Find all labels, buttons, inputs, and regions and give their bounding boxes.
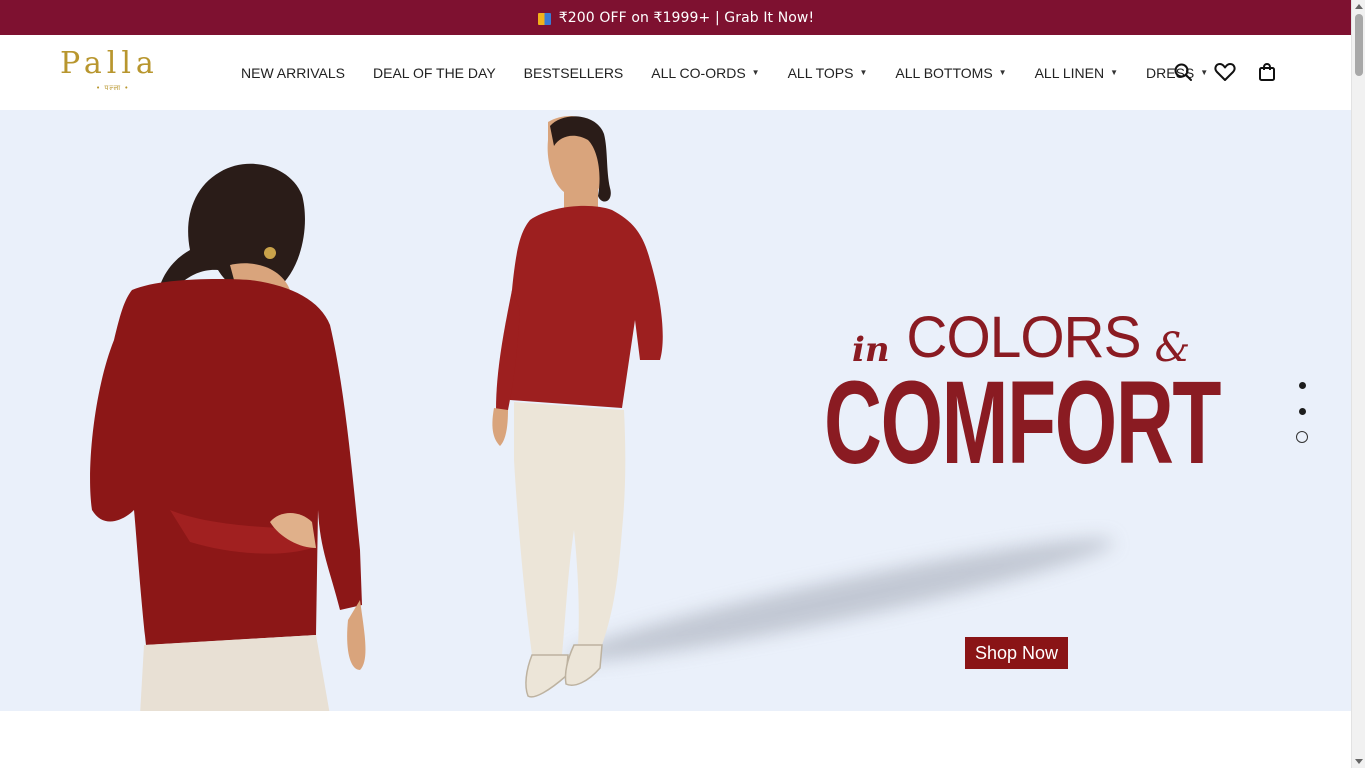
- nav-all-linen[interactable]: ALL LINEN ▼: [1035, 65, 1118, 81]
- logo-wordmark: Palla: [60, 46, 159, 81]
- cart-bag-icon[interactable]: [1254, 59, 1280, 85]
- slider-pagination: [1296, 379, 1308, 457]
- model-back-view-image: [90, 163, 366, 711]
- page-scrollbar[interactable]: [1351, 0, 1365, 768]
- slide-dot-3-active[interactable]: [1296, 431, 1308, 443]
- chevron-down-icon: ▼: [998, 68, 1007, 77]
- logo-tagline: • पल्ला •: [96, 84, 130, 92]
- scroll-thumb[interactable]: [1355, 14, 1363, 76]
- chevron-down-icon: ▼: [859, 68, 868, 77]
- nav-all-bottoms[interactable]: ALL BOTTOMS ▼: [895, 65, 1006, 81]
- nav-label: DEAL OF THE DAY: [373, 64, 496, 81]
- chevron-down-icon: ▼: [751, 68, 760, 77]
- nav-label: ALL LINEN: [1034, 64, 1105, 81]
- nav-label: NEW ARRIVALS: [241, 64, 345, 81]
- shopping-bag-emoji-icon: [537, 12, 551, 25]
- brand-logo[interactable]: Palla • पल्ला •: [60, 47, 172, 99]
- nav-label: BESTSELLERS: [523, 64, 624, 81]
- nav-all-tops[interactable]: ALL TOPS ▼: [788, 65, 868, 81]
- announcement-bar[interactable]: ₹200 OFF on ₹1999+ | Grab It Now!: [0, 0, 1352, 35]
- headline-comfort: COMFORT: [824, 357, 1221, 489]
- model-front-view-image: [492, 116, 663, 698]
- slide-dot-1[interactable]: [1296, 379, 1308, 391]
- hero-headline: in COLORS & COMFORT: [820, 306, 1221, 489]
- nav-new-arrivals[interactable]: NEW ARRIVALS: [241, 65, 345, 81]
- nav-label: ALL BOTTOMS: [895, 64, 993, 81]
- main-navigation: NEW ARRIVALS DEAL OF THE DAY BESTSELLERS…: [241, 35, 1236, 110]
- shop-now-button[interactable]: Shop Now: [965, 637, 1068, 669]
- announcement-text: ₹200 OFF on ₹1999+ | Grab It Now!: [558, 9, 815, 26]
- nav-label: ALL CO-ORDS: [651, 64, 746, 81]
- nav-all-coords[interactable]: ALL CO-ORDS ▼: [651, 65, 759, 81]
- site-header: Palla • पल्ला • NEW ARRIVALS DEAL OF THE…: [0, 35, 1352, 110]
- search-icon[interactable]: [1170, 59, 1196, 85]
- scroll-up-arrow-icon[interactable]: [1355, 4, 1363, 9]
- chevron-down-icon: ▼: [1110, 68, 1119, 77]
- nav-deal-of-the-day[interactable]: DEAL OF THE DAY: [373, 65, 496, 81]
- nav-label: ALL TOPS: [787, 64, 854, 81]
- header-actions: [1170, 59, 1296, 85]
- scroll-down-arrow-icon[interactable]: [1355, 759, 1363, 764]
- wishlist-heart-icon[interactable]: [1212, 59, 1238, 85]
- slide-dot-2[interactable]: [1296, 405, 1308, 417]
- nav-bestsellers[interactable]: BESTSELLERS: [524, 65, 624, 81]
- hero-banner: in COLORS & COMFORT Shop Now: [0, 110, 1352, 711]
